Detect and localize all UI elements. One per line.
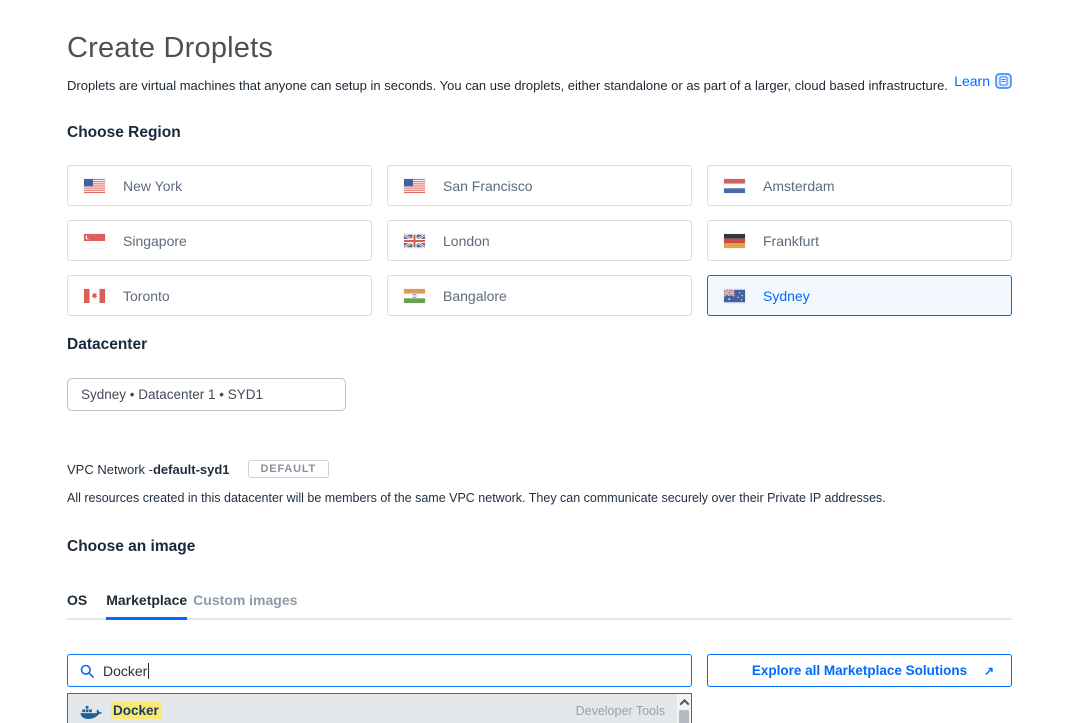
de-flag-icon xyxy=(724,234,745,248)
image-tabs: OS Marketplace Custom images xyxy=(67,592,1012,620)
region-card-amsterdam[interactable]: Amsterdam xyxy=(707,165,1012,206)
region-label: Frankfurt xyxy=(763,233,819,249)
us-flag-icon xyxy=(84,179,105,193)
search-result-docker[interactable]: Docker Developer Tools An open platform … xyxy=(68,694,691,723)
in-flag-icon xyxy=(404,289,425,303)
dropdown-scrollbar[interactable] xyxy=(677,694,691,723)
uk-flag-icon xyxy=(404,234,425,248)
page-subtitle: Droplets are virtual machines that anyon… xyxy=(67,78,1012,93)
region-card-bangalore[interactable]: Bangalore xyxy=(387,275,692,316)
au-flag-icon xyxy=(724,289,745,303)
explore-marketplace-button[interactable]: Explore all Marketplace Solutions ↗ xyxy=(707,654,1012,687)
region-card-london[interactable]: London xyxy=(387,220,692,261)
create-droplets-page: Create Droplets Learn Droplets are virtu… xyxy=(0,32,1073,723)
region-card-san-francisco[interactable]: San Francisco xyxy=(387,165,692,206)
docker-whale-icon xyxy=(80,705,102,721)
page-title: Create Droplets xyxy=(67,32,1012,65)
external-arrow-icon: ↗ xyxy=(984,664,994,678)
tab-os[interactable]: OS xyxy=(67,592,87,620)
vpc-description: All resources created in this datacenter… xyxy=(67,491,1012,505)
region-label: Amsterdam xyxy=(763,178,835,194)
vpc-default-badge: DEFAULT xyxy=(248,460,330,478)
scrollbar-thumb[interactable] xyxy=(679,710,689,723)
nl-flag-icon xyxy=(724,179,745,193)
region-card-new-york[interactable]: New York xyxy=(67,165,372,206)
ca-flag-icon xyxy=(84,289,105,303)
region-label: London xyxy=(443,233,490,249)
choose-image-heading: Choose an image xyxy=(67,538,1012,556)
vpc-network-label: VPC Network - xyxy=(67,462,153,477)
learn-link-label: Learn xyxy=(954,73,990,89)
region-label: New York xyxy=(123,178,182,194)
text-cursor xyxy=(148,663,149,679)
choose-region-heading: Choose Region xyxy=(67,124,1012,142)
learn-docs-icon xyxy=(995,73,1012,89)
marketplace-search-row: Docker Explore all Marketplace Solutions… xyxy=(67,654,1012,687)
region-grid: New York San Francisco Amsterdam Singapo… xyxy=(67,165,1012,316)
explore-marketplace-label: Explore all Marketplace Solutions xyxy=(752,663,967,678)
marketplace-search-input[interactable]: Docker xyxy=(67,654,692,687)
region-label: Bangalore xyxy=(443,288,507,304)
region-card-frankfurt[interactable]: Frankfurt xyxy=(707,220,1012,261)
datacenter-select[interactable]: Sydney • Datacenter 1 • SYD1 xyxy=(67,378,346,411)
tab-marketplace[interactable]: Marketplace xyxy=(106,592,187,620)
search-results-dropdown: Docker Developer Tools An open platform … xyxy=(67,693,692,723)
tab-custom-images[interactable]: Custom images xyxy=(193,592,297,620)
region-card-toronto[interactable]: Toronto xyxy=(67,275,372,316)
sg-flag-icon xyxy=(84,234,105,248)
search-icon xyxy=(80,664,94,678)
region-card-singapore[interactable]: Singapore xyxy=(67,220,372,261)
result-category: Developer Tools xyxy=(576,704,665,718)
region-card-sydney[interactable]: Sydney xyxy=(707,275,1012,316)
datacenter-selected-value: Sydney • Datacenter 1 • SYD1 xyxy=(81,387,263,402)
region-label: Sydney xyxy=(763,288,810,304)
region-label: Singapore xyxy=(123,233,187,249)
vpc-network-row: VPC Network - default-syd1 DEFAULT xyxy=(67,460,1012,478)
datacenter-heading: Datacenter xyxy=(67,336,1012,354)
highlighted-match: Docker xyxy=(111,702,161,719)
learn-link[interactable]: Learn xyxy=(954,73,1012,89)
result-title: Docker xyxy=(111,703,161,718)
scrollbar-up-arrow-icon[interactable] xyxy=(677,694,691,710)
region-label: San Francisco xyxy=(443,178,532,194)
search-result-content: Docker Developer Tools An open platform … xyxy=(111,703,665,723)
search-input-value: Docker xyxy=(103,663,147,679)
us-flag-icon xyxy=(404,179,425,193)
region-label: Toronto xyxy=(123,288,170,304)
vpc-network-name: default-syd1 xyxy=(153,462,230,477)
